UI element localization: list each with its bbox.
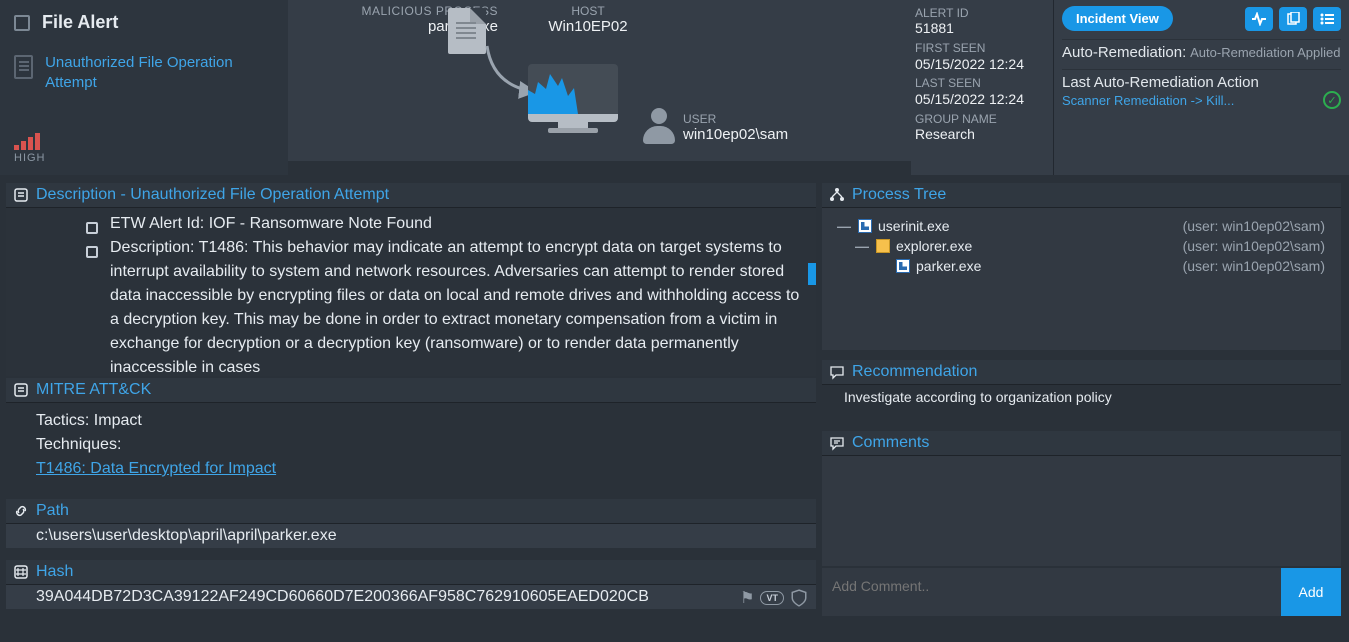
path-title: Path [36, 502, 69, 520]
description-line: ETW Alert Id: IOF - Ransomware Note Foun… [86, 212, 806, 236]
scrollbar-thumb[interactable] [808, 263, 816, 285]
process-tree-row[interactable]: parker.exe (user: win10ep02\sam) [836, 256, 1335, 276]
path-value: c:\users\user\desktop\april\april\parker… [6, 524, 816, 548]
recommendation-title: Recommendation [852, 363, 977, 381]
activity-icon[interactable] [1245, 7, 1273, 31]
malware-splat-icon [528, 64, 578, 114]
host-value: Win10EP02 [528, 18, 648, 35]
hash-text: 39A044DB72D3CA39122AF249CD60660D7E200366… [36, 588, 649, 605]
file-alert-header: File Alert [10, 8, 278, 43]
expand-up-arrows-icon[interactable]: ↑↑↑ [658, 160, 685, 176]
alert-id-value: 51881 [915, 20, 1049, 37]
path-header: Path [6, 499, 816, 524]
main-content: Description - Unauthorized File Operatio… [0, 175, 1349, 642]
process-name: explorer.exe [896, 238, 972, 254]
side-column: Process Tree — userinit.exe (user: win10ep… [816, 175, 1349, 642]
description-line: Description: T1486: This behavior may in… [86, 236, 806, 376]
metadata-panel: ALERT ID 51881 FIRST SEEN 05/15/2022 12:… [911, 0, 1053, 175]
mitre-techniques-label: Techniques: [36, 433, 806, 457]
description-header: Description - Unauthorized File Operatio… [6, 183, 816, 208]
comment-input[interactable] [822, 568, 1281, 616]
note-icon [12, 186, 30, 204]
last-action-label: Last Auto-Remediation Action [1062, 74, 1341, 91]
first-seen-value: 05/15/2022 12:24 [915, 56, 1049, 73]
group-name-label: GROUP NAME [915, 112, 1049, 126]
process-name: parker.exe [916, 258, 981, 274]
details-column: Description - Unauthorized File Operatio… [0, 175, 816, 642]
summary-header: File Alert Unauthorized File Operation A… [0, 0, 1349, 175]
comments-list [822, 456, 1341, 566]
mitre-body: Tactics: Impact Techniques: T1486: Data … [6, 403, 816, 489]
alert-item-label: Unauthorized File Operation Attempt [45, 53, 274, 92]
alert-list-panel: File Alert Unauthorized File Operation A… [0, 0, 288, 175]
comments-header: Comments [822, 431, 1341, 456]
link-icon [12, 502, 30, 520]
add-comment-button[interactable]: Add [1281, 568, 1341, 616]
copy-icon[interactable] [1279, 7, 1307, 31]
description-body: ETW Alert Id: IOF - Ransomware Note Foun… [6, 208, 816, 376]
hash-value: 39A044DB72D3CA39122AF249CD60660D7E200366… [6, 585, 816, 609]
file-alert-title: File Alert [42, 12, 118, 33]
user-value: win10ep02\sam [683, 126, 788, 143]
severity-bars-icon [14, 132, 278, 150]
user-icon[interactable] [643, 108, 675, 144]
first-seen-label: FIRST SEEN [915, 41, 1049, 55]
last-action-link[interactable]: Scanner Remediation -> Kill... [1062, 93, 1234, 108]
severity-indicator: HIGH [14, 132, 278, 164]
process-tree-row[interactable]: — userinit.exe (user: win10ep02\sam) [836, 216, 1335, 236]
document-icon [14, 55, 33, 79]
alert-list-item[interactable]: Unauthorized File Operation Attempt [10, 43, 278, 102]
mitre-tactics: Tactics: Impact [36, 409, 806, 433]
last-seen-value: 05/15/2022 12:24 [915, 91, 1049, 108]
group-name-value: Research [915, 126, 1049, 143]
severity-label: HIGH [14, 152, 278, 164]
process-tree: — userinit.exe (user: win10ep02\sam) — explo… [822, 208, 1341, 350]
windows-app-icon [858, 219, 872, 233]
chat-icon [828, 363, 846, 381]
process-name: userinit.exe [878, 218, 950, 234]
mitre-technique-link[interactable]: T1486: Data Encrypted for Impact [36, 460, 276, 477]
process-user: (user: win10ep02\sam) [1183, 218, 1335, 234]
host-label: HOST [528, 4, 648, 18]
hash-title: Hash [36, 563, 73, 581]
file-icon[interactable] [448, 8, 486, 54]
auto-remediation-label: Auto-Remediation: [1062, 44, 1186, 61]
user-label: USER [683, 112, 788, 126]
hash-icon [12, 563, 30, 581]
description-title: Description - Unauthorized File Operatio… [36, 186, 389, 204]
process-user: (user: win10ep02\sam) [1183, 258, 1335, 274]
process-user: (user: win10ep02\sam) [1183, 238, 1335, 254]
mitre-title: MITRE ATT&CK [36, 381, 151, 399]
auto-remediation-value: Auto-Remediation Applied [1190, 45, 1340, 60]
process-tree-row[interactable]: — explorer.exe (user: win10ep02\sam) [836, 236, 1335, 256]
collapse-icon[interactable]: — [836, 218, 852, 234]
comment-icon [828, 434, 846, 452]
virustotal-badge[interactable]: VT [760, 591, 784, 605]
note-icon [12, 381, 30, 399]
hash-header: Hash [6, 560, 816, 585]
last-seen-label: LAST SEEN [915, 76, 1049, 90]
recommendation-text: Investigate according to organization po… [822, 385, 1341, 421]
recommendation-header: Recommendation [822, 360, 1341, 385]
windows-app-icon [896, 259, 910, 273]
folder-icon [876, 239, 890, 253]
process-tree-title: Process Tree [852, 186, 946, 204]
process-tree-header: Process Tree [822, 183, 1341, 208]
comments-title: Comments [852, 434, 929, 452]
incident-view-button[interactable]: Incident View [1062, 6, 1173, 31]
select-all-checkbox[interactable] [14, 15, 30, 31]
collapse-icon[interactable]: — [854, 238, 870, 254]
shield-icon[interactable] [790, 589, 808, 607]
flag-icon[interactable]: ⚑ [740, 588, 754, 608]
alert-id-label: ALERT ID [915, 6, 1049, 20]
status-ok-icon: ✓ [1323, 91, 1341, 109]
list-icon[interactable] [1313, 7, 1341, 31]
graph-panel: MALICIOUS PROCESS parker.exe HOST Win10E… [288, 0, 911, 175]
host-icon[interactable] [528, 64, 618, 134]
mitre-header: MITRE ATT&CK [6, 378, 816, 403]
remediation-panel: Incident View Auto-Remediation: Auto-Rem… [1053, 0, 1349, 175]
tree-icon [828, 186, 846, 204]
